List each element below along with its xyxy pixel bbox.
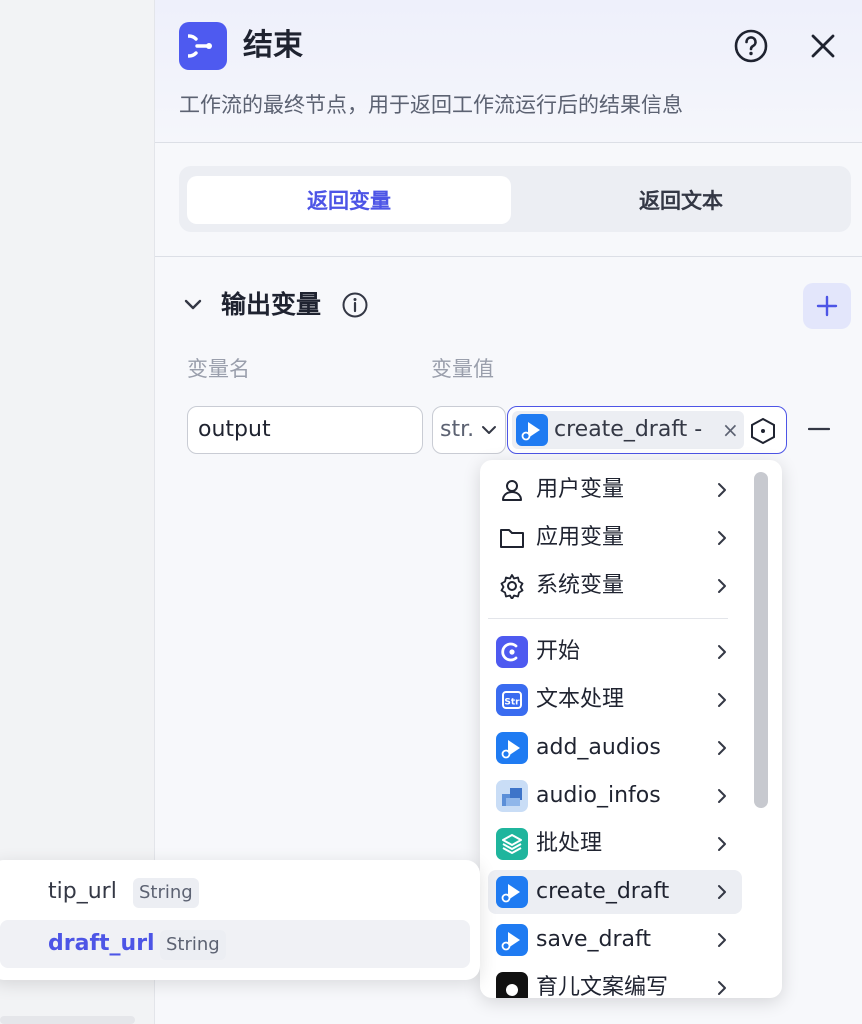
submenu-item-name: tip_url xyxy=(48,879,117,904)
svg-text:Str: Str xyxy=(504,698,520,708)
dropdown-item-label: 育儿文案编写 xyxy=(536,975,669,998)
dropdown-item-text-process[interactable]: Str 文本处理 xyxy=(488,678,742,722)
dropdown-item-app-variables[interactable]: 应用变量 xyxy=(488,516,742,560)
chevron-right-icon xyxy=(718,645,726,659)
chevron-right-icon xyxy=(718,531,726,545)
chevron-right-icon xyxy=(718,981,726,995)
chevron-right-icon xyxy=(718,579,726,593)
chevron-right-icon xyxy=(718,789,726,803)
dropdown-item-label: add_audios xyxy=(536,735,661,760)
plugin-play-icon xyxy=(516,414,548,446)
text-process-icon: Str xyxy=(496,684,528,716)
llm-icon xyxy=(496,972,528,998)
section-title: 输出变量 xyxy=(221,290,322,319)
canvas-scrollbar[interactable] xyxy=(0,1016,135,1024)
gear-icon xyxy=(496,570,528,602)
dropdown-item-label: create_draft xyxy=(536,879,670,904)
plugin-play-icon xyxy=(496,924,528,956)
plugin-image-icon xyxy=(496,780,528,812)
submenu-item-name: draft_url xyxy=(48,931,155,956)
dropdown-item-save-draft[interactable]: save_draft xyxy=(488,918,742,962)
dropdown-divider xyxy=(488,618,728,619)
variable-picker-icon[interactable] xyxy=(748,416,778,446)
chevron-down-icon[interactable] xyxy=(181,292,205,316)
batch-icon xyxy=(496,828,528,860)
dropdown-item-label: 用户变量 xyxy=(536,477,625,502)
dropdown-item-label: 应用变量 xyxy=(536,525,625,550)
node-title: 结束 xyxy=(243,28,303,63)
chevron-right-icon xyxy=(718,483,726,497)
dropdown-item-label: save_draft xyxy=(536,927,651,952)
variable-type-select[interactable]: str. xyxy=(432,406,506,454)
dropdown-item-system-variables[interactable]: 系统变量 xyxy=(488,564,742,608)
tab-return-text[interactable]: 返回文本 xyxy=(519,176,843,224)
variable-type-value: str. xyxy=(440,417,475,442)
output-field-submenu: tip_url String draft_url String xyxy=(0,860,480,980)
variable-name-input[interactable]: output xyxy=(187,406,423,454)
column-label-name: 变量名 xyxy=(187,357,250,381)
end-node-icon xyxy=(179,22,227,70)
dropdown-item-start[interactable]: 开始 xyxy=(488,630,742,674)
dropdown-item-label: audio_infos xyxy=(536,783,661,808)
clear-reference-button[interactable]: × xyxy=(722,413,739,447)
dropdown-item-audio-infos[interactable]: audio_infos xyxy=(488,774,742,818)
chevron-right-icon xyxy=(718,933,726,947)
dropdown-scrollbar[interactable] xyxy=(754,472,768,808)
type-badge: String xyxy=(133,878,199,908)
dropdown-item-label: 批处理 xyxy=(536,831,603,856)
chevron-right-icon xyxy=(718,741,726,755)
divider xyxy=(155,256,862,257)
tab-return-variable[interactable]: 返回变量 xyxy=(187,176,511,224)
dropdown-item-batch[interactable]: 批处理 xyxy=(488,822,742,866)
reference-text: create_draft - xyxy=(554,417,703,442)
node-description: 工作流的最终节点，用于返回工作流运行后的结果信息 xyxy=(179,93,683,117)
user-icon xyxy=(496,474,528,506)
minus-icon xyxy=(808,427,830,431)
dropdown-item-label: 系统变量 xyxy=(536,573,625,598)
plugin-play-icon xyxy=(496,732,528,764)
dropdown-item-parenting-copywriting[interactable]: 育儿文案编写 xyxy=(488,966,742,998)
start-node-icon xyxy=(496,636,528,668)
submenu-item-tip-url[interactable]: tip_url String xyxy=(0,868,470,916)
variable-value-reference[interactable]: create_draft - × xyxy=(507,406,787,454)
column-label-value: 变量值 xyxy=(431,357,494,381)
chevron-right-icon xyxy=(718,693,726,707)
chevron-right-icon xyxy=(718,885,726,899)
reference-tag[interactable]: create_draft - × xyxy=(512,411,744,449)
variable-picker-dropdown: 用户变量 应用变量 系统变量 开始 Str 文本处理 add_audios au… xyxy=(480,460,782,998)
plugin-play-icon xyxy=(496,876,528,908)
dropdown-item-create-draft[interactable]: create_draft xyxy=(488,870,742,914)
add-variable-button[interactable] xyxy=(803,283,851,329)
dropdown-item-add-audios[interactable]: add_audios xyxy=(488,726,742,770)
submenu-item-draft-url[interactable]: draft_url String xyxy=(0,920,470,968)
dropdown-item-label: 文本处理 xyxy=(536,687,625,712)
dropdown-item-user-variables[interactable]: 用户变量 xyxy=(488,468,742,512)
type-badge: String xyxy=(160,930,226,960)
panel-header: 结束 工作流的最终节点，用于返回工作流运行后的结果信息 xyxy=(155,0,862,143)
return-mode-tabs: 返回变量 返回文本 xyxy=(179,166,851,232)
close-icon[interactable] xyxy=(805,28,841,64)
plus-icon xyxy=(816,295,838,317)
dropdown-item-label: 开始 xyxy=(536,639,581,664)
help-icon[interactable] xyxy=(733,28,769,64)
remove-variable-button[interactable] xyxy=(805,414,833,444)
folder-icon xyxy=(496,522,528,554)
chevron-down-icon xyxy=(482,426,496,434)
chevron-right-icon xyxy=(718,837,726,851)
info-icon[interactable] xyxy=(341,291,369,319)
